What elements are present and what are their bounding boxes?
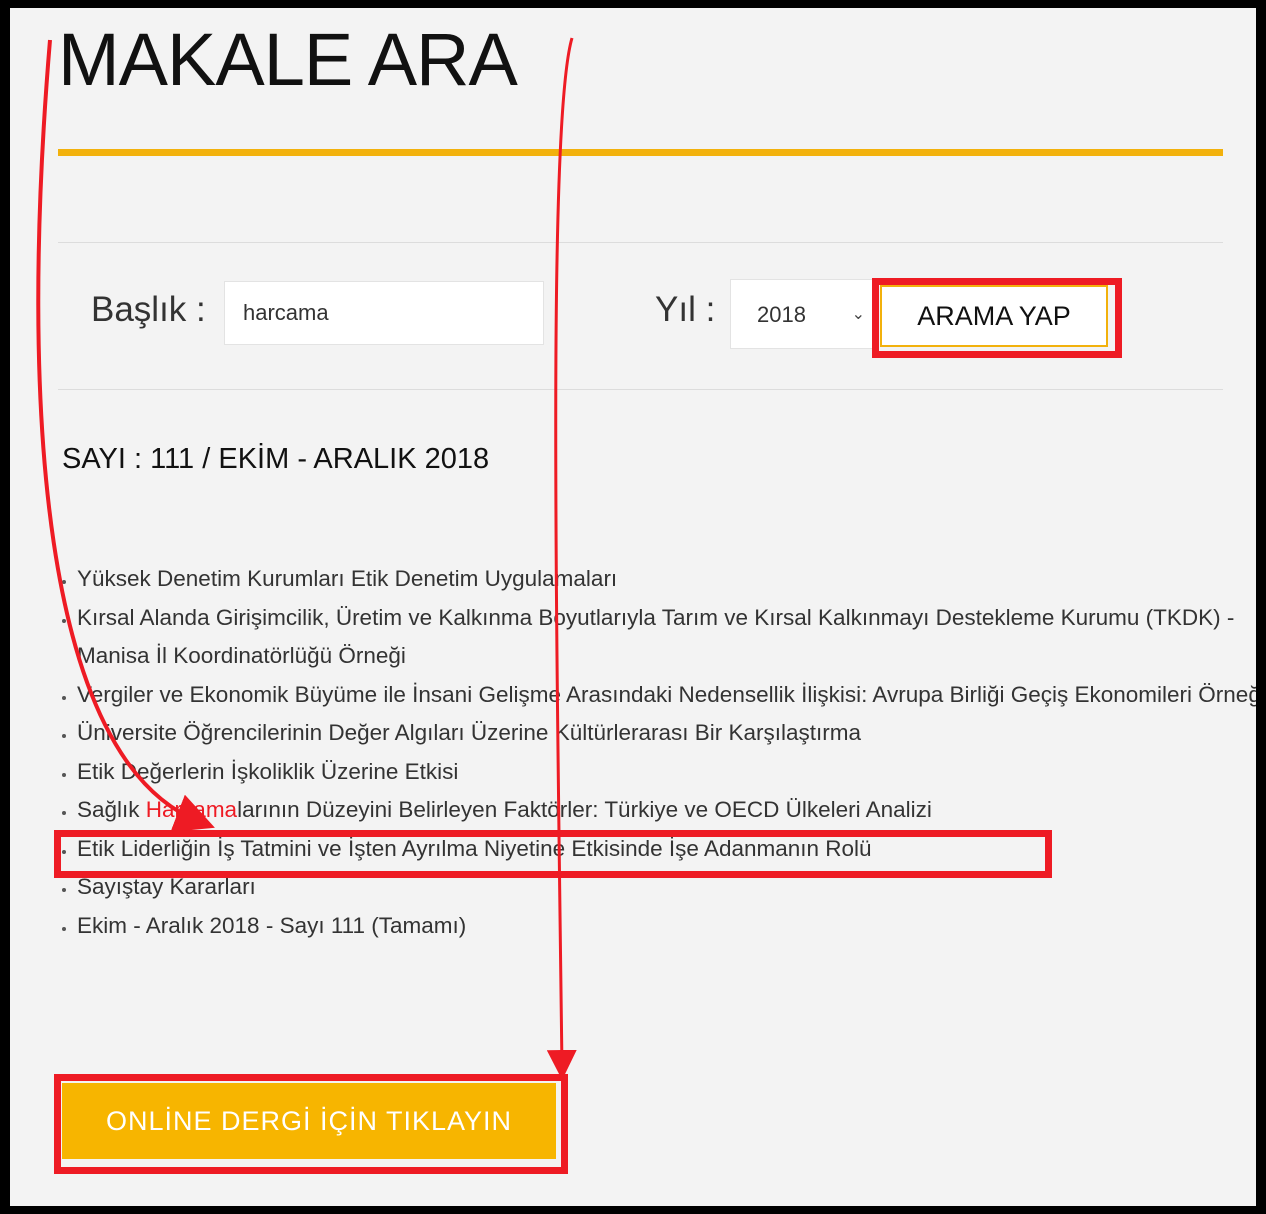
chevron-down-icon: ⌄ — [851, 306, 865, 323]
article-suffix: larının Düzeyini Belirleyen Faktörler: T… — [237, 797, 932, 822]
year-select-value: 2018 — [757, 302, 806, 327]
page-container: MAKALE ARA Başlık : harcama Yıl : 2018 ⌄… — [10, 8, 1256, 1206]
article-link[interactable]: Yüksek Denetim Kurumları Etik Denetim Uy… — [77, 560, 1256, 599]
article-prefix: Sağlık — [77, 797, 146, 822]
year-select[interactable]: 2018 ⌄ — [730, 279, 876, 349]
annotation-box-search-button — [872, 278, 1122, 358]
article-link[interactable]: Kırsal Alanda Girişimcilik, Üretim ve Ka… — [77, 599, 1256, 676]
article-list: Yüksek Denetim Kurumları Etik Denetim Uy… — [48, 560, 1256, 945]
article-link-highlighted[interactable]: Sağlık Harcamalarının Düzeyini Belirleye… — [77, 791, 1256, 830]
article-link[interactable]: Ekim - Aralık 2018 - Sayı 111 (Tamamı) — [77, 907, 1256, 946]
page-title: MAKALE ARA — [58, 18, 518, 101]
title-label: Başlık : — [91, 290, 206, 329]
article-link[interactable]: Vergiler ve Ekonomik Büyüme ile İnsani G… — [77, 676, 1256, 715]
title-underline — [58, 149, 1223, 156]
issue-heading: SAYI : 111 / EKİM - ARALIK 2018 — [62, 443, 490, 475]
annotation-box-article — [54, 830, 1052, 878]
article-link[interactable]: Etik Değerlerin İşkoliklik Üzerine Etkis… — [77, 753, 1256, 792]
title-search-input[interactable]: harcama — [224, 281, 544, 345]
annotation-box-online-button — [54, 1074, 568, 1174]
divider-bottom — [58, 389, 1223, 390]
search-term-highlight: Harcama — [145, 797, 238, 822]
divider-top — [58, 242, 1223, 243]
year-label: Yıl : — [655, 290, 716, 329]
article-link[interactable]: Üniversite Öğrencilerinin Değer Algıları… — [77, 714, 1256, 753]
